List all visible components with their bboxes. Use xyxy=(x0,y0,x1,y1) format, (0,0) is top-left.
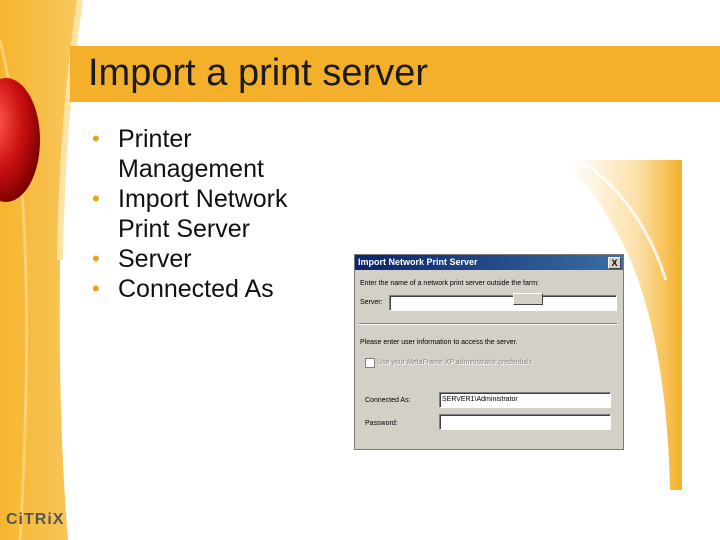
bullet-dot-icon: • xyxy=(92,246,100,271)
bullet-dot-icon: • xyxy=(92,126,100,151)
citrix-logo: CiTRiX xyxy=(6,511,65,528)
slide-title: Import a print server xyxy=(88,52,428,94)
bullet-dot-icon: • xyxy=(92,186,100,211)
connected-as-label: Connected As: xyxy=(365,397,411,404)
server-input[interactable] xyxy=(389,295,617,311)
import-network-print-server-dialog: Import Network Print Server X Enter the … xyxy=(354,254,624,450)
separator xyxy=(359,323,617,325)
use-credentials-label: Use your MetaFrame XP administrator cred… xyxy=(377,359,533,366)
dialog-title-bar[interactable]: Import Network Print Server X xyxy=(355,255,623,270)
close-button[interactable]: X xyxy=(608,257,621,269)
connected-as-input[interactable]: SERVER1\Administrator xyxy=(439,392,611,408)
browse-button[interactable] xyxy=(513,293,543,305)
password-input[interactable] xyxy=(439,414,611,430)
dialog-title: Import Network Print Server xyxy=(358,257,478,267)
server-prompt: Enter the name of a network print server… xyxy=(360,280,539,287)
password-label: Password: xyxy=(365,420,398,427)
bullet-item: • Import Network Print Server xyxy=(92,185,288,243)
bullet-item: • Server xyxy=(92,245,192,273)
use-credentials-checkbox[interactable] xyxy=(365,358,375,368)
server-label: Server: xyxy=(360,299,383,306)
bullet-item: • Printer Management xyxy=(92,125,264,183)
user-info-text: Please enter user information to access … xyxy=(360,339,518,346)
bullet-dot-icon: • xyxy=(92,276,100,301)
bullet-list: • Printer Management • Import Network Prin… xyxy=(92,124,332,304)
bullet-item: • Connected As xyxy=(92,275,274,303)
